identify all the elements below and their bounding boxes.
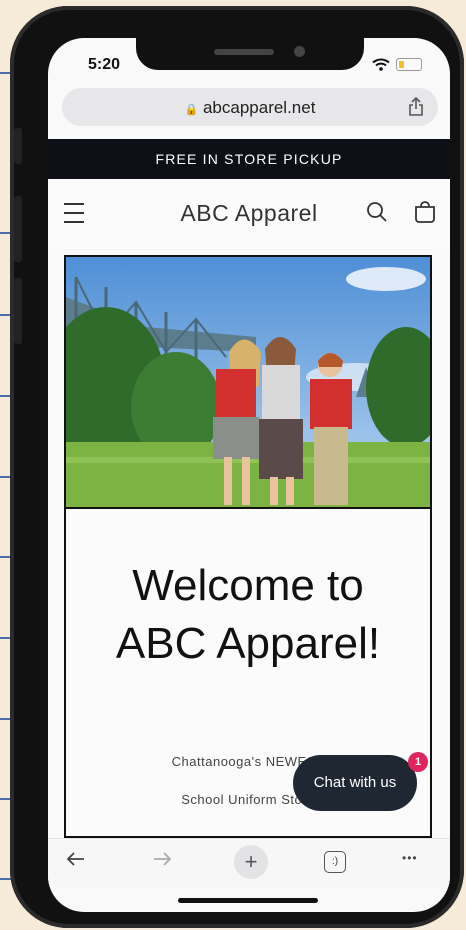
cart-icon[interactable] <box>413 200 437 224</box>
address-bar[interactable]: 🔒 abcapparel.net <box>62 88 438 126</box>
side-button <box>14 196 22 262</box>
speaker-grille <box>214 49 274 55</box>
chat-button[interactable]: Chat with us <box>293 755 417 811</box>
screen: 5:20 🔒 abcapparel.net FREE IN STORE PICK… <box>48 38 450 912</box>
status-time: 5:20 <box>88 56 121 73</box>
phone-frame: 5:20 🔒 abcapparel.net FREE IN STORE PICK… <box>10 6 464 928</box>
lock-icon: 🔒 <box>184 104 199 116</box>
notch <box>136 38 364 70</box>
new-tab-button[interactable]: + <box>234 845 268 879</box>
welcome-heading: Welcome to ABC Apparel! <box>115 561 381 668</box>
site-header: ABC Apparel <box>48 179 450 249</box>
search-icon[interactable] <box>366 201 388 223</box>
tabs-button[interactable]: :) <box>324 851 346 873</box>
side-button <box>14 128 22 164</box>
forward-arrow-icon[interactable] <box>150 847 174 871</box>
url-display: 🔒 abcapparel.net <box>62 98 438 118</box>
status-indicators <box>372 58 422 71</box>
announcement-bar: FREE IN STORE PICKUP <box>48 139 450 179</box>
home-indicator <box>178 898 318 903</box>
side-button <box>14 278 22 344</box>
site-title[interactable]: ABC Apparel <box>48 200 450 227</box>
chat-notification-badge: 1 <box>408 752 428 772</box>
browser-toolbar: + :) ••• <box>48 838 450 887</box>
hero-banner: Welcome to ABC Apparel! Chattanooga's NE… <box>64 255 432 838</box>
camera-icon <box>294 46 305 57</box>
wifi-icon <box>372 58 390 71</box>
back-arrow-icon[interactable] <box>64 847 88 871</box>
share-icon[interactable] <box>408 97 424 117</box>
url-text: abcapparel.net <box>202 98 316 117</box>
hero-image <box>66 257 430 509</box>
more-menu-icon[interactable]: ••• <box>402 851 418 865</box>
battery-icon <box>396 58 422 71</box>
